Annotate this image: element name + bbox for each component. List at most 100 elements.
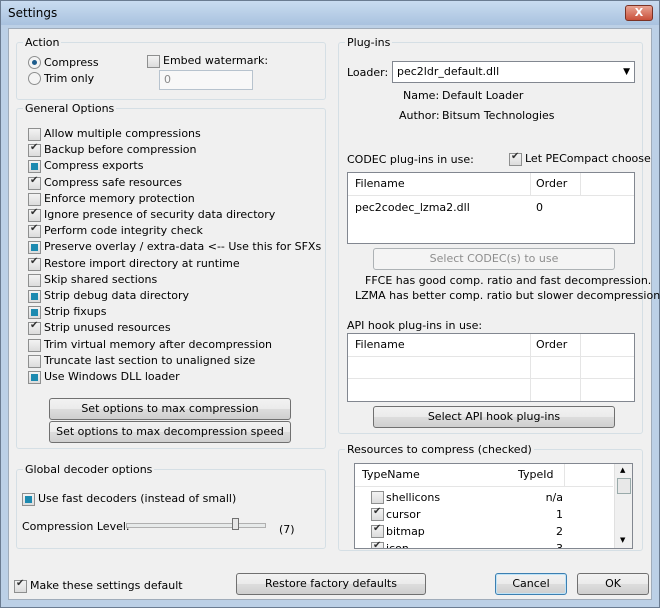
- embed-watermark-label: Embed watermark:: [163, 54, 269, 67]
- radio-compress-label: Compress: [44, 56, 99, 69]
- general-option-checkbox[interactable]: Use Windows DLL loader: [28, 370, 308, 386]
- loader-select[interactable]: pec2ldr_default.dll ▼: [392, 61, 635, 83]
- general-option-checkbox[interactable]: Compress safe resources: [28, 175, 308, 192]
- api-list-header: Filename Order: [348, 334, 634, 357]
- resources-list[interactable]: TypeName TypeId shellicons n/a cursor 1 bitm…: [354, 463, 633, 549]
- resources-col-typename: TypeName: [362, 468, 420, 481]
- table-row[interactable]: cursor 1: [355, 506, 613, 522]
- radio-trim-only-label: Trim only: [44, 72, 95, 85]
- general-option-checkbox[interactable]: Strip unused resources: [28, 320, 308, 337]
- api-col-order: Order: [536, 338, 568, 351]
- scroll-up-icon[interactable]: ▲: [620, 466, 625, 474]
- max-compression-button[interactable]: Set options to max compression: [49, 398, 291, 420]
- general-option-label: Strip fixups: [44, 305, 107, 319]
- fast-decoders-checkbox[interactable]: Use fast decoders (instead of small): [22, 492, 262, 508]
- radio-trim-only-indicator: [28, 72, 41, 85]
- codec-filename: pec2codec_lzma2.dll: [355, 201, 470, 214]
- general-option-checkbox[interactable]: Perform code integrity check: [28, 223, 308, 240]
- resource-checkbox[interactable]: [371, 506, 384, 521]
- author-label: Author:: [399, 109, 440, 122]
- select-codec-button[interactable]: Select CODEC(s) to use: [373, 248, 615, 270]
- codec-list-header: Filename Order: [348, 173, 634, 196]
- fast-decoders-box: [22, 493, 35, 506]
- select-api-hook-button[interactable]: Select API hook plug-ins: [373, 406, 615, 428]
- general-option-checkbox[interactable]: Truncate last section to unaligned size: [28, 354, 308, 370]
- general-option-label: Allow multiple compressions: [44, 127, 201, 140]
- general-option-box: [28, 175, 41, 190]
- ok-button[interactable]: OK: [577, 573, 649, 595]
- general-option-label: Trim virtual memory after decompression: [44, 337, 273, 351]
- general-option-box: [28, 306, 41, 320]
- general-option-checkbox[interactable]: Strip debug data directory: [28, 289, 308, 305]
- embed-watermark-checkbox[interactable]: Embed watermark:: [147, 54, 277, 70]
- scroll-down-icon[interactable]: ▼: [620, 536, 625, 544]
- codec-order: 0: [536, 201, 543, 214]
- scroll-thumb[interactable]: [617, 478, 631, 494]
- general-option-checkbox[interactable]: Enforce memory protection: [28, 192, 308, 208]
- resources-scrollbar[interactable]: ▲ ▼: [614, 464, 632, 548]
- make-default-box: [14, 578, 27, 593]
- general-option-checkbox[interactable]: Strip fixups: [28, 305, 308, 321]
- general-option-box: [28, 223, 41, 239]
- cancel-button[interactable]: Cancel: [495, 573, 567, 595]
- resource-checkbox[interactable]: [371, 491, 384, 504]
- general-option-label: Preserve overlay / extra-data <-- Use th…: [44, 240, 322, 254]
- resource-typename: icon: [386, 542, 409, 549]
- resource-typename: bitmap: [386, 525, 425, 538]
- general-option-checkbox[interactable]: Preserve overlay / extra-data <-- Use th…: [28, 240, 321, 256]
- max-decompression-button[interactable]: Set options to max decompression speed: [49, 421, 291, 443]
- resource-typeid: 2: [556, 525, 563, 538]
- general-option-label: Strip unused resources: [44, 321, 171, 335]
- compression-level-thumb[interactable]: [232, 518, 240, 530]
- embed-watermark-box: [147, 55, 160, 68]
- radio-trim-only[interactable]: Trim only: [28, 72, 148, 86]
- resource-typeid: 1: [556, 508, 563, 521]
- close-button[interactable]: X: [625, 5, 653, 21]
- resources-list-header: TypeName TypeId: [355, 464, 613, 487]
- name-value: Default Loader: [442, 89, 524, 102]
- general-option-label: Enforce memory protection: [44, 191, 195, 205]
- resource-checkbox[interactable]: [371, 540, 384, 548]
- codec-note-line2: LZMA has better comp. ratio but slower d…: [355, 289, 660, 302]
- api-col-divider: [530, 334, 531, 401]
- compression-level-slider[interactable]: [126, 523, 266, 528]
- restore-defaults-button[interactable]: Restore factory defaults: [236, 573, 426, 595]
- general-option-box: [28, 207, 41, 222]
- list-item[interactable]: pec2codec_lzma2.dll 0: [348, 198, 634, 216]
- general-option-checkbox[interactable]: Ignore presence of security data directo…: [28, 207, 308, 224]
- general-option-label: Compress exports: [44, 159, 144, 173]
- general-option-checkbox[interactable]: Skip shared sections: [28, 273, 308, 289]
- table-row[interactable]: icon 3: [355, 540, 613, 549]
- let-pecompact-choose-label: Let PECompact choose: [525, 152, 651, 165]
- make-default-checkbox[interactable]: Make these settings default: [14, 578, 214, 595]
- table-row[interactable]: bitmap 2: [355, 523, 613, 539]
- table-row[interactable]: shellicons n/a: [355, 489, 613, 505]
- name-label: Name:: [403, 89, 440, 102]
- general-option-checkbox[interactable]: Backup before compression: [28, 142, 308, 159]
- api-col-divider: [580, 334, 581, 401]
- codec-col-divider: [530, 173, 531, 195]
- watermark-field[interactable]: 0: [159, 70, 253, 90]
- radio-compress[interactable]: Compress: [28, 56, 148, 70]
- resource-typename: cursor: [386, 508, 421, 521]
- window-title: Settings: [8, 6, 58, 20]
- general-option-label: Ignore presence of security data directo…: [44, 208, 276, 221]
- general-option-label: Compress safe resources: [44, 175, 183, 189]
- api-hook-list[interactable]: Filename Order: [347, 333, 635, 402]
- general-option-checkbox[interactable]: Trim virtual memory after decompression: [28, 338, 308, 354]
- codec-list[interactable]: Filename Order pec2codec_lzma2.dll 0: [347, 172, 635, 244]
- general-option-label: Strip debug data directory: [44, 289, 190, 302]
- resources-col-divider: [564, 464, 565, 486]
- plugins-label: Plug-ins: [345, 36, 393, 49]
- general-option-box: [28, 371, 41, 384]
- general-option-checkbox[interactable]: Allow multiple compressions: [28, 127, 308, 143]
- let-pecompact-choose-checkbox[interactable]: Let PECompact choose: [509, 151, 651, 168]
- resource-checkbox[interactable]: [371, 523, 384, 538]
- general-option-box: [28, 338, 41, 352]
- general-option-box: [28, 320, 41, 336]
- general-option-label: Truncate last section to unaligned size: [44, 353, 256, 367]
- general-option-box: [28, 192, 41, 206]
- general-option-checkbox[interactable]: Compress exports: [28, 159, 308, 175]
- general-option-checkbox[interactable]: Restore import directory at runtime: [28, 256, 308, 273]
- compression-level-value: (7): [279, 523, 295, 536]
